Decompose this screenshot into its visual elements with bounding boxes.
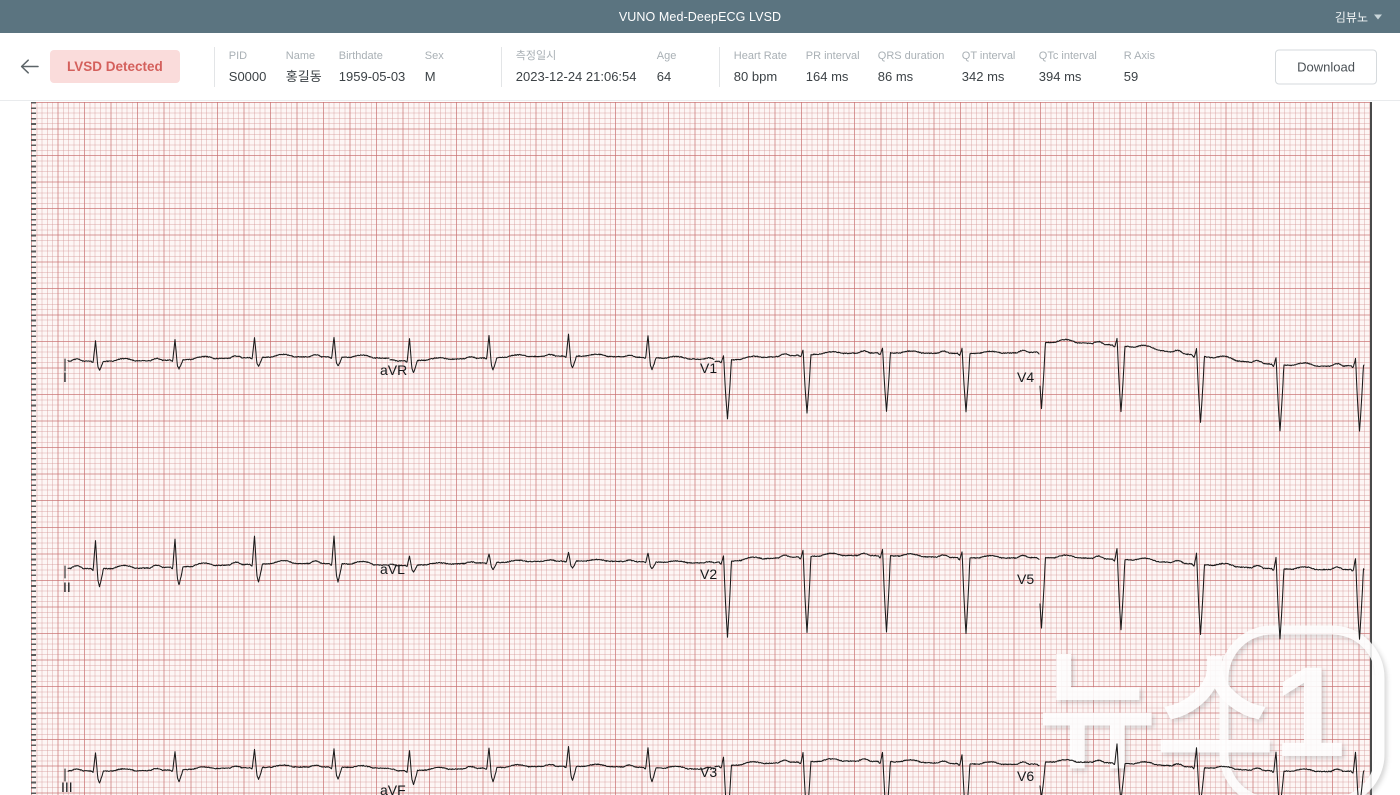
- patient-field-group: PID S0000 Name 홍길동 Birthdate 1959-05-03 …: [229, 50, 487, 84]
- field-measured-at-value: 2023-12-24 21:06:54: [516, 70, 657, 84]
- field-qt-interval-value: 342 ms: [962, 70, 1039, 84]
- field-birthdate-label: Birthdate: [339, 50, 425, 62]
- field-heart-rate-value: 80 bpm: [734, 70, 806, 84]
- field-sex-label: Sex: [425, 50, 487, 62]
- field-birthdate-value: 1959-05-03: [339, 70, 425, 84]
- field-measured-at: 측정일시 2023-12-24 21:06:54: [516, 50, 657, 84]
- study-field-group: 측정일시 2023-12-24 21:06:54 Age 64: [516, 50, 705, 84]
- status-badge[interactable]: LVSD Detected: [50, 50, 180, 83]
- field-pid: PID S0000: [229, 50, 286, 84]
- download-button[interactable]: Download: [1275, 49, 1377, 84]
- field-qtc-interval: QTc interval 394 ms: [1039, 50, 1124, 84]
- user-menu[interactable]: 김뷰노: [1335, 8, 1382, 25]
- measurement-field-group: Heart Rate 80 bpm PR interval 164 ms QRS…: [734, 50, 1184, 84]
- ecg-grid-paper: [31, 102, 1372, 795]
- app-title: VUNO Med-DeepECG LVSD: [619, 10, 781, 24]
- field-r-axis-value: 59: [1124, 70, 1184, 84]
- field-name: Name 홍길동: [286, 50, 339, 84]
- field-age-value: 64: [657, 70, 705, 84]
- field-qtc-interval-label: QTc interval: [1039, 50, 1124, 62]
- field-pr-interval-label: PR interval: [806, 50, 878, 62]
- field-measured-at-label: 측정일시: [516, 50, 657, 62]
- back-button[interactable]: [14, 52, 44, 82]
- divider: [719, 47, 720, 87]
- field-qt-interval: QT interval 342 ms: [962, 50, 1039, 84]
- field-pid-label: PID: [229, 50, 286, 62]
- field-age: Age 64: [657, 50, 705, 84]
- user-name-label: 김뷰노: [1335, 8, 1368, 25]
- ecg-viewer[interactable]: 뉴스1 IaVRV1V4IIaVLV2V5IIIaVFV3V6: [0, 101, 1400, 795]
- field-birthdate: Birthdate 1959-05-03: [339, 50, 425, 84]
- ecg-left-ruler: [31, 102, 36, 795]
- field-pid-value: S0000: [229, 70, 286, 84]
- field-heart-rate-label: Heart Rate: [734, 50, 806, 62]
- field-sex: Sex M: [425, 50, 487, 84]
- field-name-value: 홍길동: [286, 70, 339, 84]
- patient-info-bar: LVSD Detected PID S0000 Name 홍길동 Birthda…: [0, 33, 1400, 101]
- field-r-axis: R Axis 59: [1124, 50, 1184, 84]
- field-qrs-duration: QRS duration 86 ms: [878, 50, 962, 84]
- field-qrs-duration-value: 86 ms: [878, 70, 962, 84]
- field-qtc-interval-value: 394 ms: [1039, 70, 1124, 84]
- chevron-down-icon: [1374, 14, 1382, 19]
- field-sex-value: M: [425, 70, 487, 84]
- field-age-label: Age: [657, 50, 705, 62]
- field-name-label: Name: [286, 50, 339, 62]
- divider: [214, 47, 215, 87]
- divider: [501, 47, 502, 87]
- field-heart-rate: Heart Rate 80 bpm: [734, 50, 806, 84]
- arrow-left-icon: [20, 59, 39, 74]
- field-r-axis-label: R Axis: [1124, 50, 1184, 62]
- field-qrs-duration-label: QRS duration: [878, 50, 962, 62]
- field-pr-interval-value: 164 ms: [806, 70, 878, 84]
- field-pr-interval: PR interval 164 ms: [806, 50, 878, 84]
- app-top-bar: VUNO Med-DeepECG LVSD 김뷰노: [0, 0, 1400, 33]
- field-qt-interval-label: QT interval: [962, 50, 1039, 62]
